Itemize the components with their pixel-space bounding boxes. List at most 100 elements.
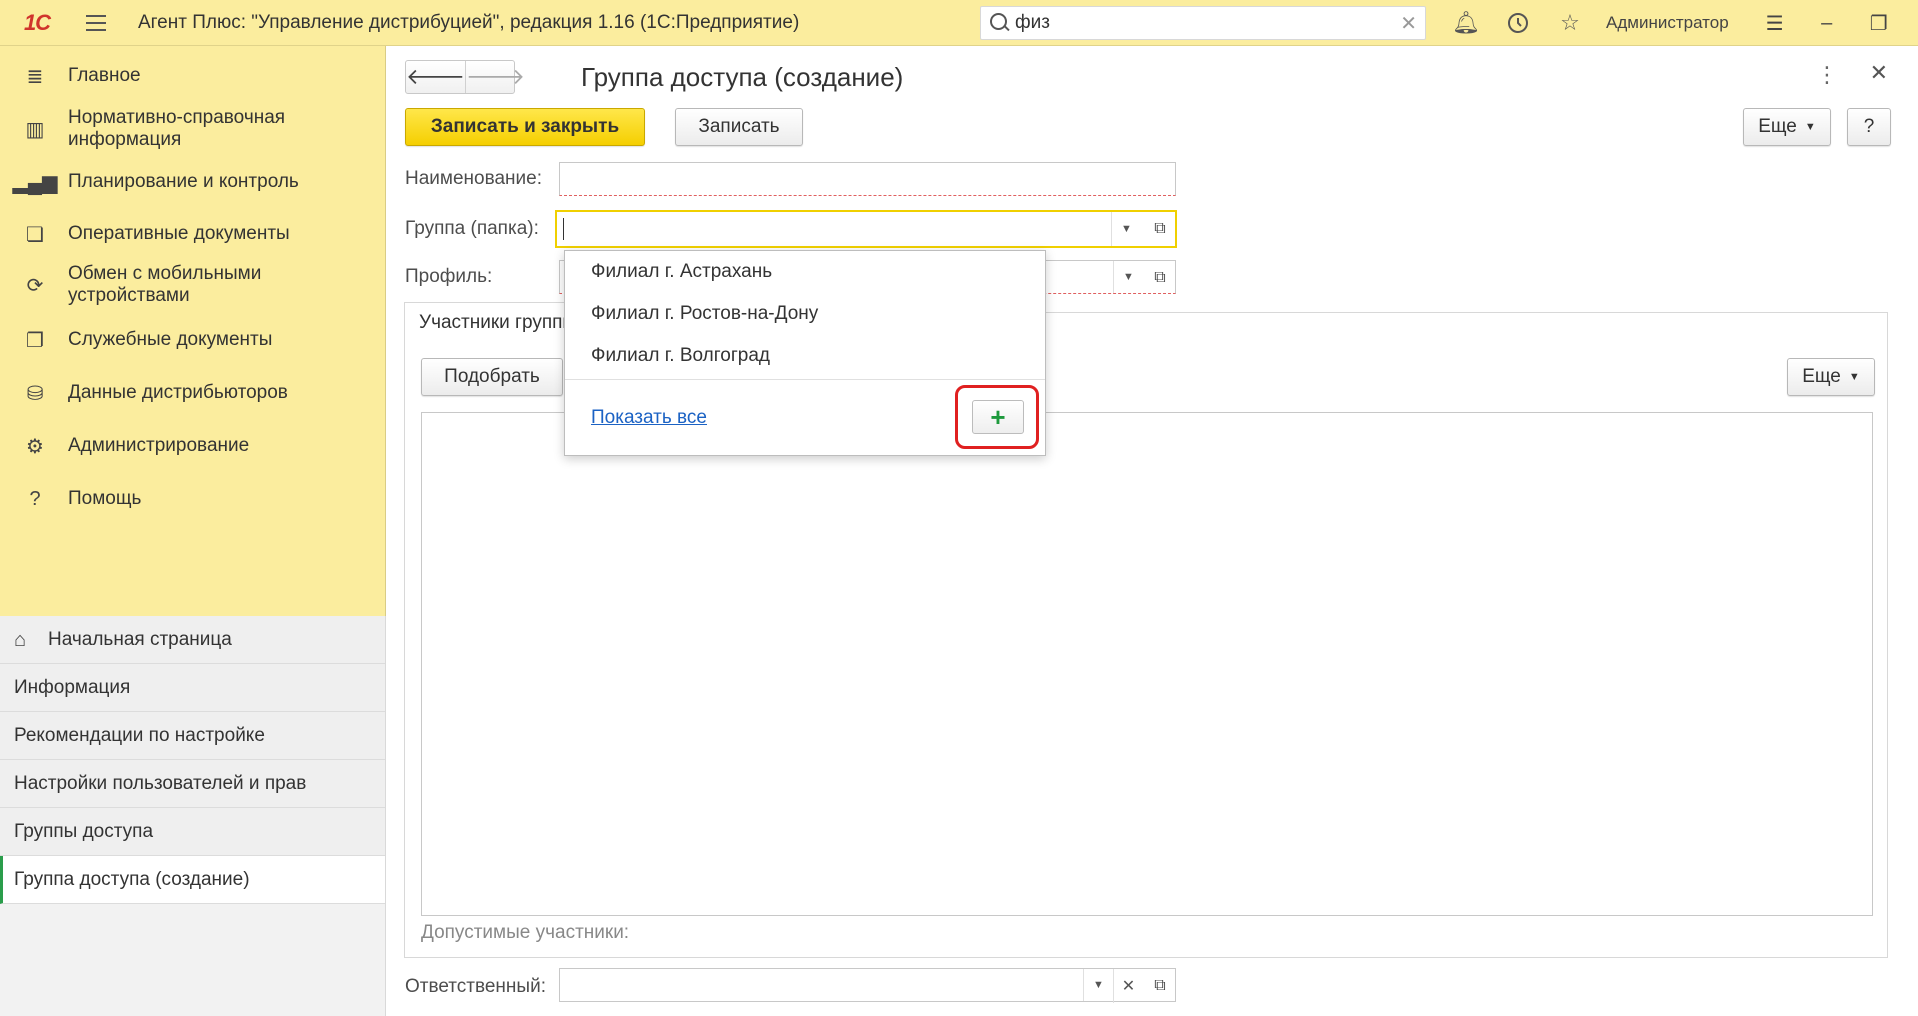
dropdown-arrow-icon[interactable]: ▼	[1083, 969, 1113, 1001]
gear-icon: ⚙	[26, 435, 44, 458]
open-window-recommendations[interactable]: Рекомендации по настройке	[0, 712, 385, 760]
sidebar-item-label: Администрирование	[68, 435, 250, 456]
sidebar-item-main[interactable]: ≣ Главное	[0, 56, 385, 96]
members-table[interactable]	[421, 412, 1873, 916]
more-button-label: Еще	[1758, 116, 1797, 137]
sidebar-item-label: Обмен с мобильными устройствами	[68, 263, 262, 306]
user-name[interactable]: Администратор	[1606, 13, 1729, 33]
allowed-members-hint: Допустимые участники:	[421, 922, 630, 943]
tab-members-label: Участники группы	[419, 311, 577, 333]
books-icon: ▥	[25, 118, 45, 141]
open-window-info[interactable]: Информация	[0, 664, 385, 712]
pick-button[interactable]: Подобрать	[421, 358, 563, 396]
dropdown-arrow-icon: ▼	[1804, 121, 1816, 133]
menu-icon: ≣	[26, 65, 44, 88]
group-field[interactable]: ▼ ⧉	[555, 210, 1177, 248]
sidebar-item-label: Планирование и контроль	[68, 171, 299, 192]
minimize-icon[interactable]: –	[1801, 0, 1853, 46]
save-button[interactable]: Записать	[675, 108, 803, 146]
top-icons: 🔔︎ ☆ Администратор ☰ – ❐ ✕	[1440, 0, 1918, 46]
sidebar-item-help[interactable]: ? Помощь	[0, 479, 385, 519]
responsible-field[interactable]: ▼ ✕ ⧉	[559, 968, 1176, 1003]
sidebar-item-label: Оперативные документы	[68, 223, 290, 244]
name-label: Наименование:	[405, 168, 542, 189]
sidebar-item-label: Помощь	[68, 488, 142, 509]
forward-arrow-icon[interactable]: 🡒	[465, 61, 525, 93]
dropdown-arrow-icon[interactable]: ▼	[1111, 212, 1141, 246]
sidebar-item-service-docs[interactable]: ❐ Служебные документы	[0, 320, 385, 360]
search-icon	[981, 6, 1015, 40]
history-icon[interactable]	[1492, 0, 1544, 46]
open-window-label: Начальная страница	[48, 628, 232, 650]
open-window-access-groups[interactable]: Группы доступа	[0, 808, 385, 856]
dropdown-option[interactable]: Филиал г. Астрахань	[565, 251, 1045, 293]
notifications-icon[interactable]: 🔔︎	[1440, 0, 1492, 46]
dropdown-option[interactable]: Филиал г. Волгоград	[565, 335, 1045, 377]
chart-icon: ▂▄▆	[12, 171, 58, 194]
sidebar-item-label: Служебные документы	[68, 329, 273, 350]
create-button[interactable]: +	[972, 400, 1024, 434]
highlight-frame: +	[955, 385, 1039, 449]
sidebar-item-label: Данные дистрибьюторов	[68, 382, 288, 403]
show-all-link[interactable]: Показать все	[591, 407, 707, 429]
open-icon[interactable]: ⧉	[1145, 969, 1175, 1003]
profile-label: Профиль:	[405, 266, 493, 287]
more-button[interactable]: Еще ▼	[1743, 108, 1831, 146]
documents-icon: ❏	[26, 223, 44, 246]
group-label: Группа (папка):	[405, 218, 539, 239]
open-window-access-group-create[interactable]: Группа доступа (создание)	[0, 856, 385, 904]
sidebar-item-label: Нормативно-справочная информация	[68, 107, 286, 150]
sync-icon: ⟳	[26, 274, 44, 297]
members-more-button[interactable]: Еще ▼	[1787, 358, 1875, 396]
search-input[interactable]: физ ✕	[980, 6, 1426, 40]
close-form-icon[interactable]: ✕	[1870, 60, 1888, 86]
open-icon[interactable]: ⧉	[1145, 212, 1175, 246]
help-button[interactable]: ?	[1847, 108, 1891, 146]
settings-menu-icon[interactable]: ☰	[1749, 0, 1801, 46]
open-window-label: Группы доступа	[14, 820, 154, 842]
more-actions-icon[interactable]: ⋮	[1816, 62, 1838, 88]
save-close-button[interactable]: Записать и закрыть	[405, 108, 645, 146]
clear-icon[interactable]: ✕	[1113, 969, 1143, 1003]
logo-text: 1С	[23, 9, 51, 35]
page-title: Группа доступа (создание)	[581, 62, 904, 92]
clear-search-icon[interactable]: ✕	[1400, 11, 1417, 36]
sidebar-item-operational-docs[interactable]: ❏ Оперативные документы	[0, 214, 385, 254]
service-docs-icon: ❐	[26, 329, 44, 352]
open-window-user-settings[interactable]: Настройки пользователей и прав	[0, 760, 385, 808]
home-icon: ⌂	[14, 628, 27, 651]
text-cursor	[563, 218, 564, 240]
sidebar-item-distributor-data[interactable]: ⛁ Данные дистрибьюторов	[0, 373, 385, 413]
nav-buttons: 🡐 🡒	[405, 60, 525, 94]
dropdown-arrow-icon[interactable]: ▼	[1113, 261, 1143, 293]
sidebar-item-administration[interactable]: ⚙ Администрирование	[0, 426, 385, 466]
plus-icon: +	[990, 401, 1006, 432]
dropdown-arrow-icon: ▼	[1848, 371, 1860, 383]
sidebar-item-planning[interactable]: ▂▄▆ Планирование и контроль	[0, 162, 385, 202]
members-more-label: Еще	[1802, 366, 1841, 387]
logo-icon[interactable]: 1С	[12, 0, 62, 46]
help-icon: ?	[29, 487, 41, 510]
open-window-label: Информация	[14, 676, 131, 698]
restore-icon[interactable]: ❐	[1853, 0, 1905, 46]
group-dropdown-popup: Филиал г. Астрахань Филиал г. Ростов-на-…	[564, 250, 1046, 456]
sidebar-item-label: Главное	[68, 65, 141, 86]
favorites-icon[interactable]: ☆	[1544, 0, 1596, 46]
close-window-icon[interactable]: ✕	[1905, 0, 1918, 46]
open-window-label: Настройки пользователей и прав	[14, 772, 307, 794]
open-window-home[interactable]: ⌂ Начальная страница	[0, 616, 385, 664]
back-arrow-icon[interactable]: 🡐	[406, 61, 465, 93]
sidebar: ≣ Главное ▥ Нормативно-справочная информ…	[0, 46, 386, 1016]
form-area: 🡐 🡒 Группа доступа (создание) ⋮ ✕ Записа…	[387, 46, 1918, 1016]
open-window-label: Группа доступа (создание)	[14, 868, 250, 890]
sidebar-item-reference[interactable]: ▥ Нормативно-справочная информация	[0, 96, 385, 162]
open-icon[interactable]: ⧉	[1145, 261, 1175, 295]
search-value: физ	[1015, 12, 1050, 33]
name-field[interactable]	[559, 162, 1176, 196]
responsible-label: Ответственный:	[405, 976, 546, 997]
divider	[565, 379, 1045, 380]
main-menu-icon[interactable]	[76, 0, 116, 46]
distributor-data-icon: ⛁	[26, 382, 44, 405]
sidebar-item-mobile-exchange[interactable]: ⟳ Обмен с мобильными устройствами	[0, 252, 385, 318]
dropdown-option[interactable]: Филиал г. Ростов-на-Дону	[565, 293, 1045, 335]
